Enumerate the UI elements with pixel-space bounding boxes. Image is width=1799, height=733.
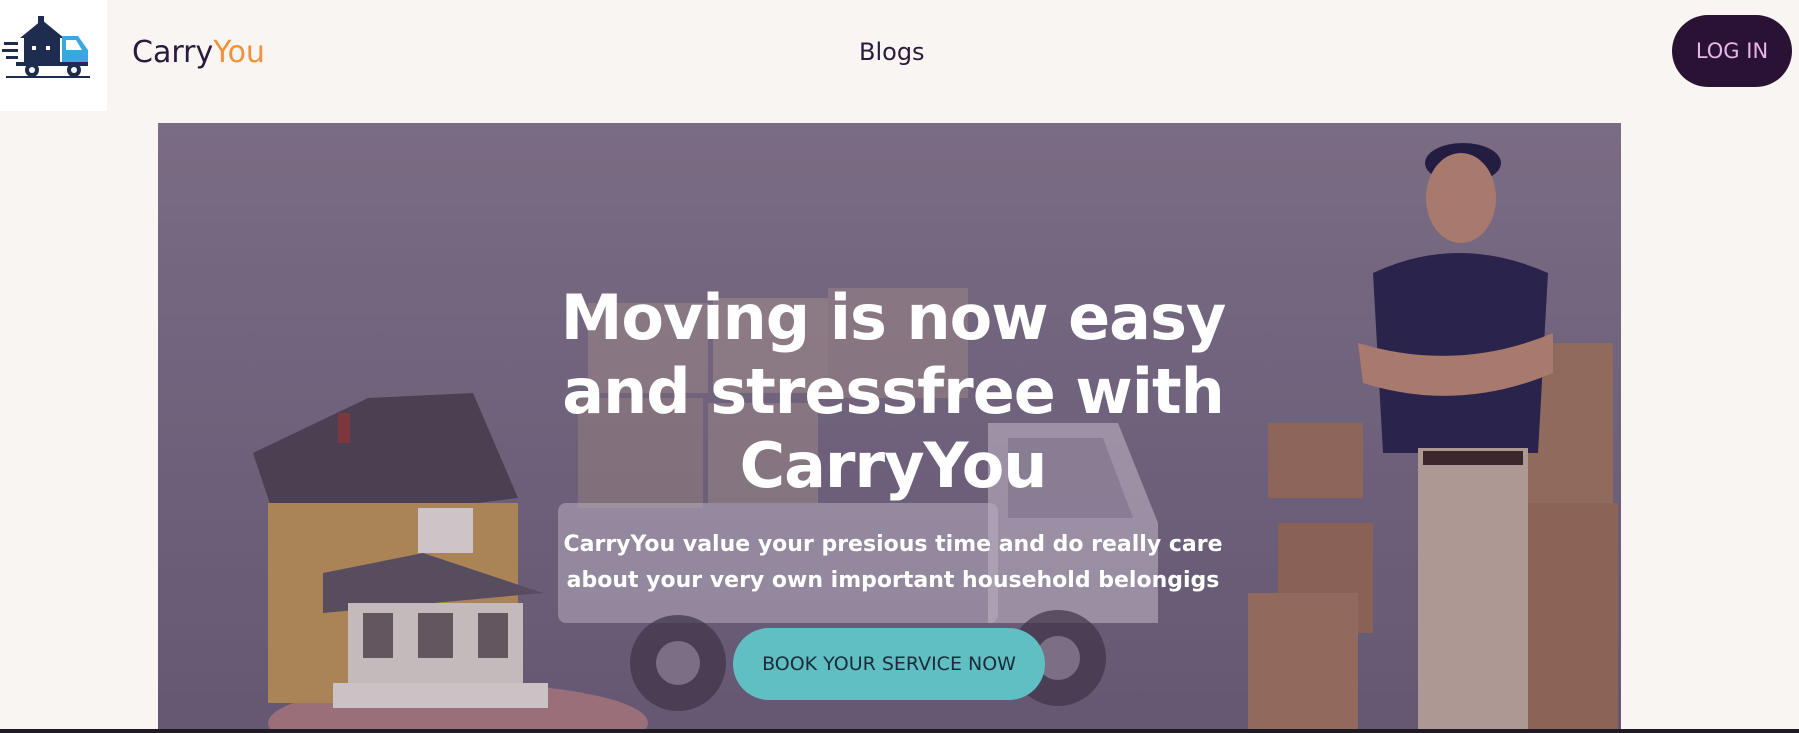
hero-subtext: CarryYou value your presious time and do… bbox=[563, 532, 1223, 593]
brand-name[interactable]: CarryYou bbox=[132, 33, 265, 73]
logo[interactable] bbox=[0, 0, 107, 111]
top-navbar: CarryYou Blogs LOG IN bbox=[0, 0, 1799, 111]
hero-banner: Moving is now easy and stressfree with C… bbox=[158, 123, 1621, 733]
moving-truck-logo-icon bbox=[2, 16, 90, 78]
bottom-divider bbox=[0, 729, 1799, 733]
login-button[interactable]: LOG IN bbox=[1672, 15, 1792, 87]
brand-name-main: Carry bbox=[132, 35, 214, 70]
nav-link-blogs[interactable]: Blogs bbox=[859, 36, 925, 68]
brand-name-accent: You bbox=[213, 35, 265, 70]
hero-content: Moving is now easy and stressfree with C… bbox=[158, 123, 1621, 733]
hero-headline: Moving is now easy and stressfree with C… bbox=[560, 281, 1227, 502]
book-service-button[interactable]: BOOK YOUR SERVICE NOW bbox=[733, 628, 1045, 700]
